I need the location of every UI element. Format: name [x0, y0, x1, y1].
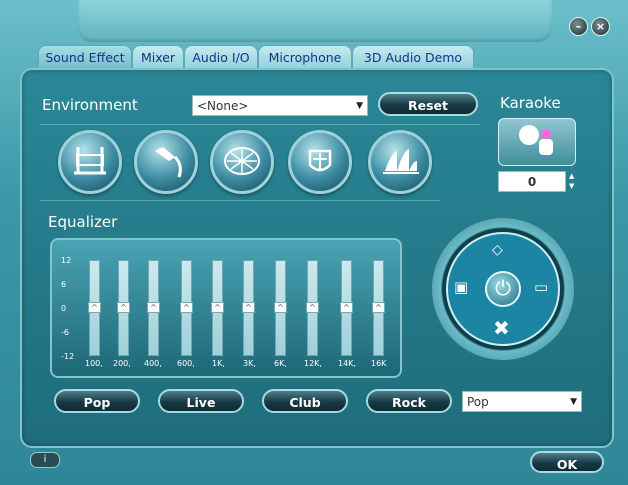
freq-label: 3K, — [243, 359, 256, 368]
folder-icon[interactable]: ▭ — [534, 278, 548, 296]
eq-slider[interactable]: ^ — [88, 260, 101, 356]
equalizer-panel: 12 6 0 -6 -12 ^ ^ ^ ^ ^ ^ ^ ^ ^ ^ 100, 2… — [50, 238, 402, 378]
eq-knob[interactable]: ^ — [88, 302, 101, 313]
preset-club-button[interactable]: Club — [262, 389, 348, 413]
environment-select[interactable]: <None> ▼ — [192, 95, 368, 116]
eq-knob[interactable]: ^ — [274, 302, 287, 313]
eq-knob[interactable]: ^ — [180, 302, 193, 313]
tab-microphone[interactable]: Microphone — [258, 45, 352, 70]
scale-minus-6: -6 — [61, 328, 69, 337]
freq-label: 12K, — [304, 359, 322, 368]
eq-knob[interactable]: ^ — [147, 302, 160, 313]
equalizer-preset-select[interactable]: Pop ▼ — [462, 391, 582, 412]
close-icon[interactable]: × — [591, 17, 610, 36]
eq-knob[interactable]: ^ — [117, 302, 130, 313]
chevron-down-icon: ▼ — [356, 101, 363, 111]
eq-knob[interactable]: ^ — [242, 302, 255, 313]
eq-slider[interactable]: ^ — [340, 260, 353, 356]
freq-label: 1K, — [212, 359, 225, 368]
karaoke-title: Karaoke — [500, 94, 561, 112]
scale-6: 6 — [61, 280, 67, 289]
eq-knob[interactable]: ^ — [340, 302, 353, 313]
eq-slider[interactable]: ^ — [117, 260, 130, 356]
info-button[interactable]: i — [30, 452, 60, 468]
control-dial-inner: ◇ ▣ ▭ ✖ ⏻ — [446, 232, 560, 346]
freq-label: 16K — [371, 359, 387, 368]
karaoke-button[interactable] — [498, 118, 576, 166]
minimize-icon[interactable]: – — [569, 17, 588, 36]
eq-slider[interactable]: ^ — [180, 260, 193, 356]
window: – × Sound Effect Mixer Audio I/O Microph… — [0, 0, 628, 485]
delete-icon[interactable]: ✖ — [493, 316, 510, 340]
eq-knob[interactable]: ^ — [372, 302, 385, 313]
karaoke-spinner[interactable]: ▲ ▼ — [569, 171, 574, 191]
chevron-down-icon: ▼ — [570, 397, 577, 407]
control-dial: ◇ ▣ ▭ ✖ ⏻ — [432, 218, 574, 360]
tab-3d-audio-demo[interactable]: 3D Audio Demo — [352, 45, 474, 70]
reset-button[interactable]: Reset — [378, 92, 478, 116]
eq-slider[interactable]: ^ — [274, 260, 287, 356]
colosseum-icon[interactable] — [288, 130, 352, 194]
eq-slider[interactable]: ^ — [211, 260, 224, 356]
preset-select-value: Pop — [467, 395, 489, 409]
eq-slider[interactable]: ^ — [242, 260, 255, 356]
eq-slider[interactable]: ^ — [147, 260, 160, 356]
scale-0: 0 — [61, 304, 67, 313]
equalizer-title: Equalizer — [48, 213, 118, 231]
freq-label: 200, — [113, 359, 131, 368]
eraser-icon[interactable]: ◇ — [492, 242, 503, 258]
preset-rock-button[interactable]: Rock — [366, 389, 452, 413]
opera-house-icon[interactable] — [368, 130, 432, 194]
tab-audio-io[interactable]: Audio I/O — [184, 45, 258, 70]
divider — [40, 124, 480, 125]
save-icon[interactable]: ▣ — [454, 278, 468, 296]
tab-sound-effect[interactable]: Sound Effect — [38, 45, 132, 70]
environment-select-value: <None> — [197, 99, 249, 113]
eq-knob[interactable]: ^ — [306, 302, 319, 313]
eq-knob[interactable]: ^ — [211, 302, 224, 313]
freq-label: 400, — [144, 359, 162, 368]
freq-label: 14K, — [338, 359, 356, 368]
tab-mixer[interactable]: Mixer — [132, 45, 184, 70]
ok-button[interactable]: OK — [530, 451, 604, 473]
stadium-icon[interactable] — [210, 130, 274, 194]
eq-slider[interactable]: ^ — [306, 260, 319, 356]
scale-12: 12 — [61, 256, 72, 265]
divider — [40, 200, 440, 201]
bathroom-icon[interactable] — [58, 130, 122, 194]
preset-live-button[interactable]: Live — [158, 389, 244, 413]
environment-title: Environment — [42, 96, 138, 114]
freq-label: 600, — [177, 359, 195, 368]
eq-slider[interactable]: ^ — [372, 260, 385, 356]
karaoke-value[interactable]: 0 — [498, 171, 566, 192]
power-icon[interactable]: ⏻ — [485, 271, 521, 307]
shower-icon[interactable] — [134, 130, 198, 194]
freq-label: 100, — [85, 359, 103, 368]
preset-pop-button[interactable]: Pop — [54, 389, 140, 413]
scale-minus-12: -12 — [61, 352, 75, 361]
sound-effect-panel: Environment <None> ▼ Reset Karaoke 0 ▲▼ — [20, 68, 614, 448]
freq-label: 6K, — [274, 359, 287, 368]
title-bar — [78, 0, 552, 42]
